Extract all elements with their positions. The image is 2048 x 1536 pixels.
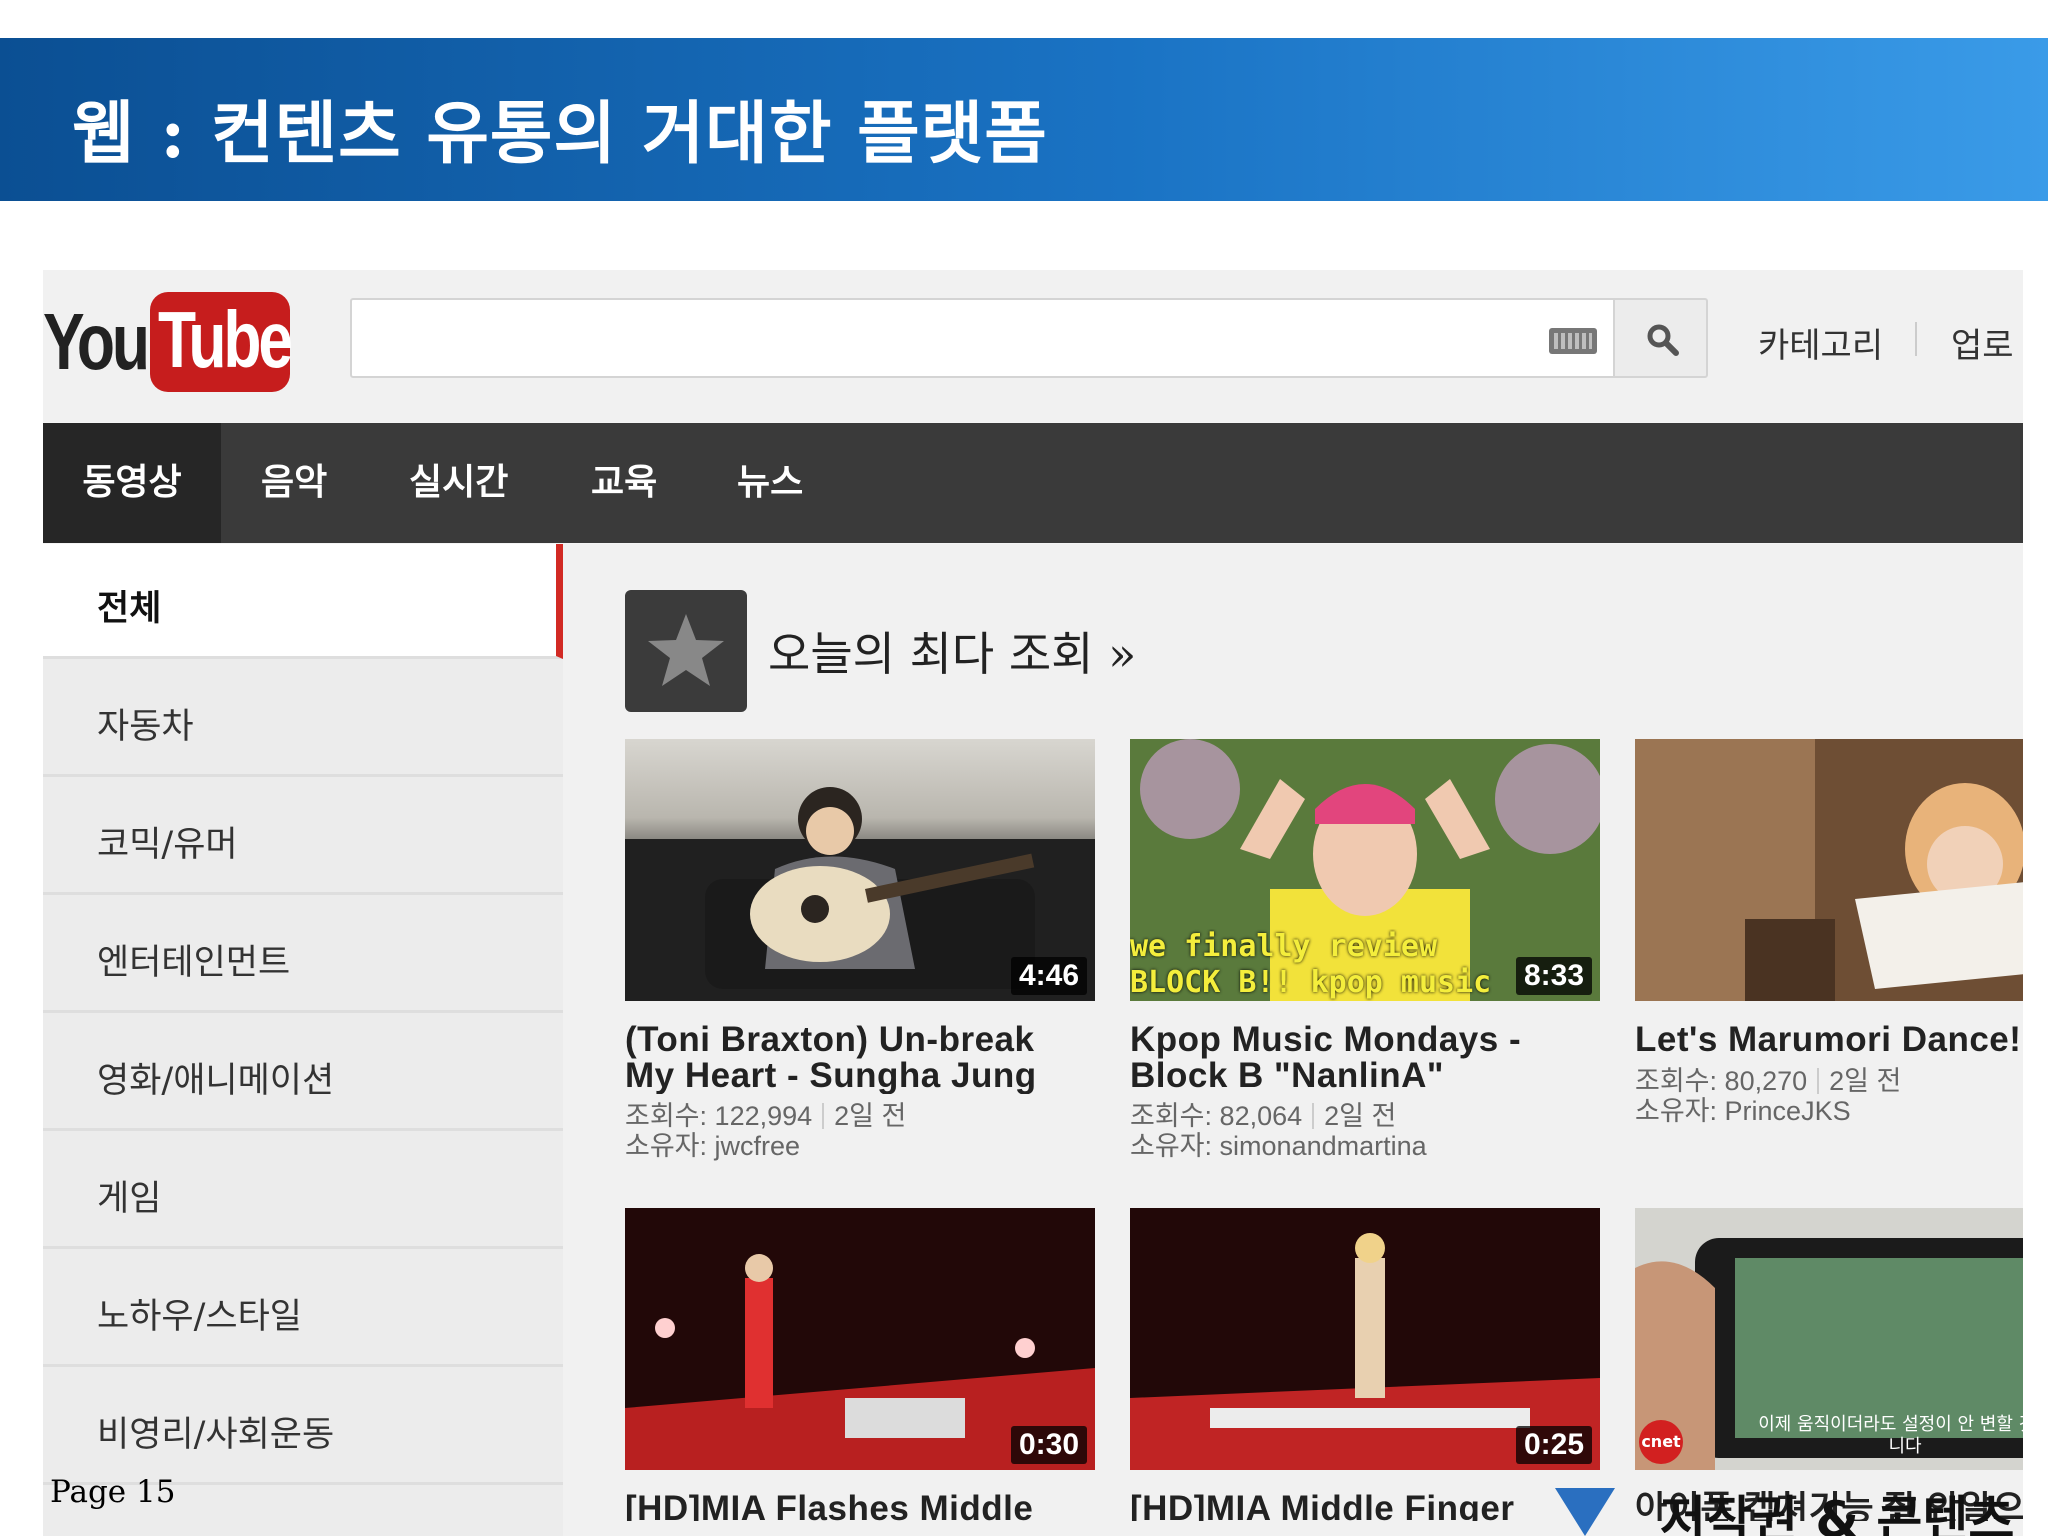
video-owner-row: 소유자: simonandmartina [1130,1124,1600,1163]
sidebar-item-howto-style[interactable]: 노하우/스타일 [43,1252,563,1367]
main-content: 오늘의 최다 조회 » 4:46 (Toni Braxton) Un-break [563,544,2023,1536]
sidebar-item-label: 엔터테인먼트 [97,943,291,983]
sidebar-item-label: 비영리/사회운동 [97,1415,335,1455]
video-title[interactable]: Kpop Music Mondays - Block B "NanlinA" [1130,1022,1600,1094]
masthead: You Tube 카테고리 업로 [43,270,2023,422]
video-owner-row: 소유자: PrinceJKS [1635,1089,2023,1128]
sidebar-item-nonprofit[interactable]: 비영리/사회운동 [43,1370,563,1485]
sidebar-item-label: 전체 [97,589,162,629]
section-title[interactable]: 오늘의 최다 조회 » [768,618,1136,684]
sidebar-item-autos[interactable]: 자동차 [43,662,563,777]
sidebar-item-label: 코믹/유머 [97,825,238,865]
video-duration: 0:25 [1515,1426,1592,1464]
star-icon [648,614,724,686]
video-thumbnail[interactable] [1635,739,2023,1001]
cnet-badge: cnet [1639,1420,1683,1464]
top-link-divider [1915,322,1917,356]
youtube-logo[interactable]: You Tube [43,292,293,392]
search-icon [1647,324,1679,356]
video-title-line: [HD]MIA Flashes Middle [625,1491,1034,1521]
video-title[interactable]: Let's Marumori Dance! [1635,1022,2023,1058]
video-title-line: Let's Marumori Dance! [1635,1022,2022,1058]
sidebar-item-label: 자동차 [97,707,194,747]
most-viewed-badge [625,590,747,712]
video-duration: 0:30 [1010,1426,1087,1464]
video-duration: 4:46 [1010,957,1087,995]
owner-name[interactable]: simonandmartina [1220,1131,1427,1161]
tab-live[interactable]: 실시간 [409,423,508,543]
tab-education[interactable]: 교육 [591,423,657,543]
owner-name[interactable]: jwcfree [715,1131,801,1161]
upload-link[interactable]: 업로 [1951,318,2014,367]
video-thumbnail[interactable]: cnet 이제 움직이더라도 설정이 안 변할 것입니다 [1635,1208,2023,1470]
slide-title: 웹 : 컨텐츠 유통의 거대한 플랫폼 [72,94,1048,174]
sidebar-item-label: 게임 [97,1179,162,1219]
guide-navbar: 동영상 음악 실시간 교육 뉴스 [43,423,2023,543]
video-title-line: Kpop Music Mondays - [1130,1022,1522,1059]
owner-label: 소유자: [1130,1131,1213,1161]
sidebar-item-entertainment[interactable]: 엔터테인먼트 [43,898,563,1013]
owner-label: 소유자: [1635,1096,1718,1126]
brand-mark-icon [1555,1488,1615,1536]
tab-music[interactable]: 음악 [261,423,327,543]
sidebar-item-gaming[interactable]: 게임 [43,1134,563,1249]
video-owner-row: 소유자: jwcfree [625,1124,1095,1163]
owner-name[interactable]: PrinceJKS [1725,1096,1851,1126]
thumbnail-caption: 이제 움직이더라도 설정이 안 변할 것입니다 [1758,1414,2023,1457]
categories-link[interactable]: 카테고리 [1758,318,1883,367]
video-thumbnail[interactable]: 0:30 [625,1208,1095,1470]
video-thumbnail[interactable]: 0:25 [1130,1208,1600,1470]
sidebar-item-label: 영화/애니메이션 [97,1061,335,1101]
video-thumbnail[interactable]: 4:46 [625,739,1095,1001]
logo-tube-text: Tube [158,295,293,384]
video-duration: 8:33 [1515,957,1592,995]
sidebar-item-label: 노하우/스타일 [97,1297,302,1337]
corner-text: 저작권 & 콘텐츠 [1660,1491,2015,1536]
tab-news[interactable]: 뉴스 [737,423,803,543]
search-button[interactable] [1613,298,1708,378]
video-title[interactable]: [HD]MIA Flashes Middle [625,1491,1095,1521]
sidebar-item-comedy[interactable]: 코믹/유머 [43,780,563,895]
tab-videos[interactable]: 동영상 [43,423,221,543]
video-title[interactable]: [HD]MIA Middle Finger [1130,1491,1600,1521]
search-input[interactable] [350,298,1615,378]
sidebar-item-all[interactable]: 전체 [43,544,563,659]
youtube-screenshot: You Tube 카테고리 업로 동영상 음악 실시간 교육 뉴스 전체 자동차… [43,270,2023,1536]
logo-you-text: You [43,297,150,386]
video-title-line: (Toni Braxton) Un-break [625,1022,1035,1059]
keyboard-icon[interactable] [1549,328,1597,354]
video-thumbnail[interactable]: we finally review BLOCK B!! kpop music m… [1130,739,1600,1001]
video-title[interactable]: (Toni Braxton) Un-break My Heart - Sungh… [625,1022,1095,1094]
page-number: Page 15 [50,1474,176,1510]
category-sidebar: 전체 자동차 코믹/유머 엔터테인먼트 영화/애니메이션 게임 노하우/스타일 … [43,544,563,1536]
video-title-line: My Heart - Sungha Jung [625,1056,1037,1094]
owner-label: 소유자: [625,1131,708,1161]
logo-tube-badge: Tube [150,292,293,392]
video-title-line: Block B "NanlinA" [1130,1056,1444,1094]
dance-scene-image [1635,739,2023,1001]
slide-title-banner: 웹 : 컨텐츠 유통의 거대한 플랫폼 [0,38,2048,201]
video-title-line: [HD]MIA Middle Finger [1130,1491,1515,1521]
sidebar-item-film-animation[interactable]: 영화/애니메이션 [43,1016,563,1131]
